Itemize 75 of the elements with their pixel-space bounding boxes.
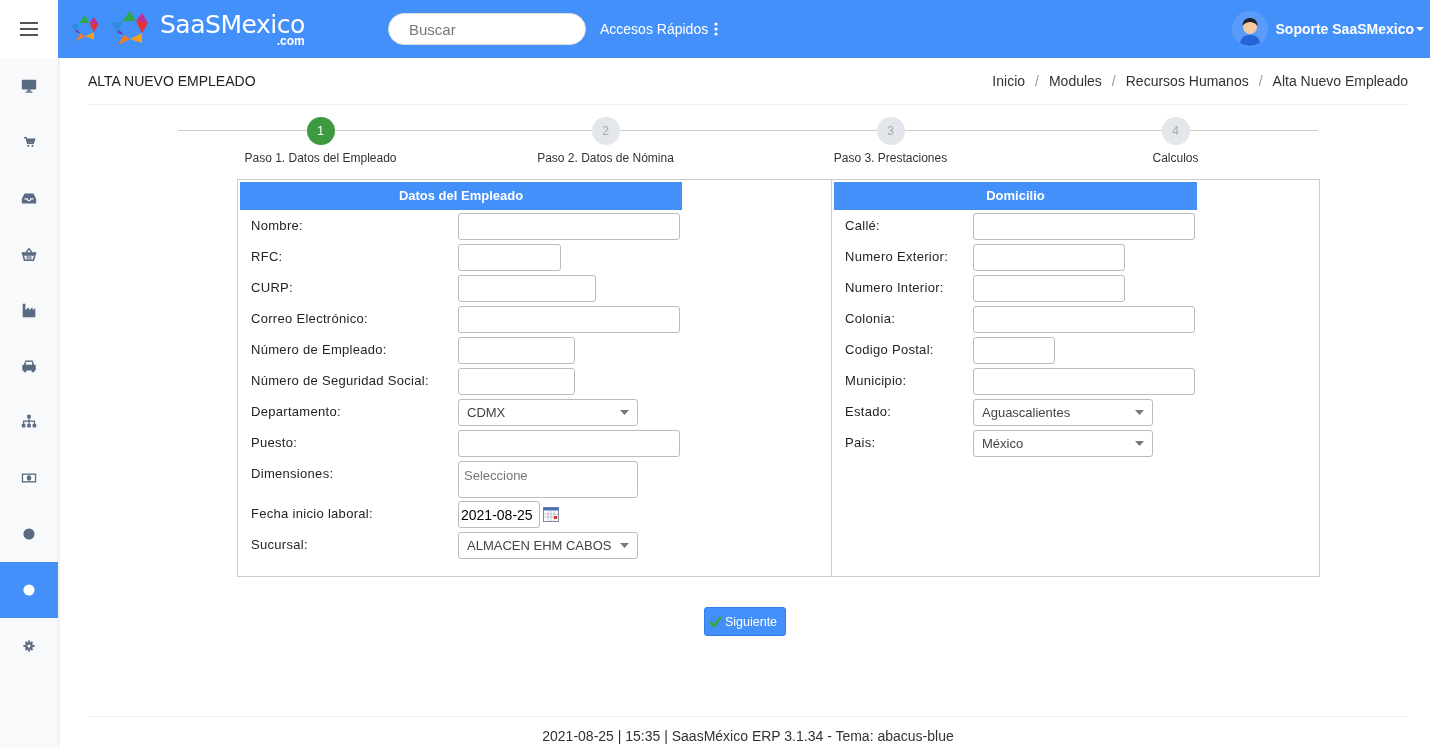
breadcrumb-link[interactable]: Inicio [992,73,1026,89]
logo-suffix: .com [276,34,305,47]
breadcrumb-separator: / [1111,73,1116,89]
text-field[interactable] [458,213,680,240]
field-label: Puesto: [250,434,299,450]
field-label: Estado: [844,403,893,419]
text-field[interactable] [458,244,561,271]
sidebar-item[interactable] [0,562,58,618]
field-label: Correo Electrónico: [250,310,369,326]
field-label: Nombre: [250,217,304,233]
page-title: ALTA NUEVO EMPLEADO [88,73,256,89]
dropdown-select[interactable]: México [973,430,1153,457]
text-field[interactable] [458,275,596,302]
field-label: Número de Empleado: [250,341,388,357]
dropdown-select[interactable]: Aguascalientes [973,399,1153,426]
field-label: Colonia: [844,310,897,326]
field-label: CURP: [250,279,294,295]
text-field[interactable] [973,337,1055,364]
multiselect-field[interactable]: Seleccione [458,461,638,498]
step-label: Paso 2. Datos de Nómina [537,151,674,165]
monitor-icon [20,77,38,95]
field-label: RFC: [250,248,284,264]
text-field[interactable] [973,275,1125,302]
avatar-icon [1231,11,1268,47]
calendar-icon[interactable] [543,507,559,522]
logo-text: SaaSMexico [160,11,305,37]
caret-icon [620,543,629,548]
dropdown-select[interactable]: CDMX [458,399,638,426]
text-field[interactable] [973,306,1195,333]
menu-icon[interactable] [20,22,38,36]
footer-text: 2021-08-25 | 15:35 | SaasMéxico ERP 3.1.34 - Tema: abacus-blue [88,716,1408,744]
field-label: Numero Exterior: [844,248,950,264]
field-label: Departamento: [250,403,342,419]
date-field[interactable]: 2021-08-25 [458,501,540,528]
step-label: Calculos [1152,151,1199,165]
text-field[interactable] [458,337,575,364]
step-number[interactable]: 1 [306,117,335,145]
kebab-icon [714,22,719,36]
section-header: Datos del Empleado [240,182,682,210]
breadcrumb-link[interactable]: Modules [1048,73,1102,89]
caret-icon [620,410,629,415]
caret-icon [1416,27,1424,31]
breadcrumb-link[interactable]: Recursos Humanos [1125,73,1249,89]
field-label: Pais: [844,434,877,450]
basket-icon [20,245,38,263]
circle-icon [21,582,37,598]
cart-icon [22,135,36,149]
field-label: Numero Interior: [844,279,945,295]
circle-icon [21,526,37,542]
field-label: Callé: [844,217,882,233]
caret-icon [1135,441,1144,446]
text-field[interactable] [458,368,575,395]
field-label: Codigo Postal: [844,341,935,357]
text-field[interactable] [458,306,680,333]
dropdown-select[interactable]: ALMACEN EHM CABOS [458,532,638,559]
gear-icon [22,639,36,653]
caret-icon [1135,410,1144,415]
star-logo-icon [70,14,100,44]
text-field[interactable] [973,213,1195,240]
search-field[interactable]: Buscar [388,13,586,45]
field-label: Sucursal: [250,536,309,552]
text-field[interactable] [973,244,1125,271]
step-label: Paso 3. Prestaciones [833,151,948,165]
field-label: Número de Seguridad Social: [250,372,430,388]
field-label: Dimensiones: [250,465,335,481]
step-label: Paso 1. Datos del Empleado [244,151,397,165]
field-label: Fecha inicio laboral: [250,505,374,521]
breadcrumb-separator: / [1035,73,1039,89]
checkmark-icon [708,615,722,628]
field-label: Municipio: [844,372,908,388]
section-header: Domicilio [834,182,1197,210]
text-field[interactable] [973,368,1195,395]
text-field[interactable] [458,430,680,457]
breadcrumb-separator: / [1258,73,1263,89]
factory-icon [20,301,38,319]
